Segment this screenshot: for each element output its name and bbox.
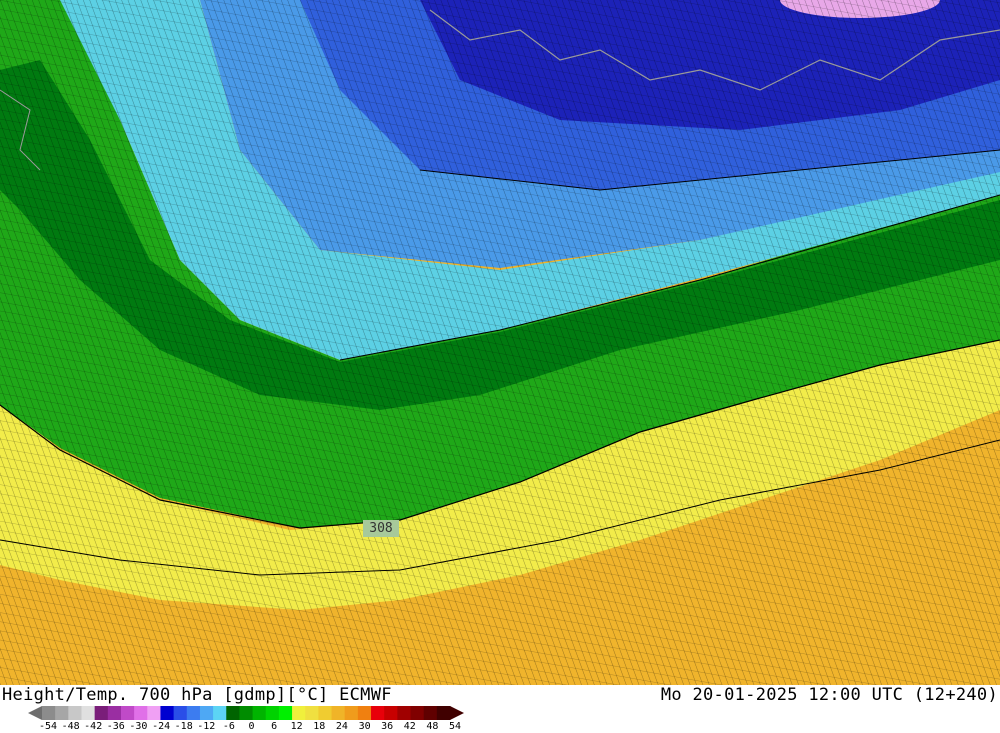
scale-tick-label: 0 xyxy=(248,721,255,732)
scale-color-cell xyxy=(81,706,96,720)
scale-tick-label: 54 xyxy=(448,721,462,732)
map-canvas xyxy=(0,0,1000,685)
scale-color-cell xyxy=(397,706,412,720)
scale-color-cell xyxy=(265,706,280,720)
scale-tick-label: 6 xyxy=(271,721,278,732)
scale-color-cell xyxy=(423,706,438,720)
map-title: Height/Temp. 700 hPa [gdmp][°C] ECMWF xyxy=(2,685,392,705)
scale-tick-label: -6 xyxy=(222,721,235,732)
scale-tick-label: 18 xyxy=(313,721,326,732)
scale-color-cell xyxy=(318,706,333,720)
scale-color-cell xyxy=(173,706,188,720)
scale-color-cell xyxy=(94,706,109,720)
valid-time: Mo 20-01-2025 12:00 UTC (12+240) xyxy=(660,685,998,705)
scale-tick-label: -12 xyxy=(197,721,216,732)
scale-color-cell xyxy=(436,706,451,720)
scale-tick-label: -36 xyxy=(106,721,125,732)
scale-color-cell xyxy=(239,706,254,720)
scale-color-cell xyxy=(357,706,372,720)
scale-color-cell xyxy=(42,706,56,720)
scale-color-cell xyxy=(213,706,227,720)
scale-color-cell xyxy=(292,706,306,720)
scale-color-cell xyxy=(147,706,161,720)
temperature-map: 308 xyxy=(0,0,1000,685)
scale-tick-label: 12 xyxy=(290,721,303,732)
scale-color-cell xyxy=(252,706,267,720)
scale-tick-label: -42 xyxy=(84,721,103,732)
scale-color-cell xyxy=(68,706,82,720)
scale-tick-label: 30 xyxy=(358,721,371,732)
color-scale-bar xyxy=(28,706,464,720)
color-scale-labels: -54 -48 -42 -36 -30 -24 -18 -12 -6 0 6 12 18 24 30 36 42… xyxy=(0,721,480,733)
scale-color-cell xyxy=(278,706,293,720)
scale-tick-label: -54 xyxy=(38,721,58,732)
contour-hatching-2 xyxy=(0,0,1000,685)
scale-color-cell xyxy=(371,706,385,720)
scale-color-cell xyxy=(331,706,346,720)
map-footer: Height/Temp. 700 hPa [gdmp][°C] ECMWF Mo… xyxy=(0,685,1000,733)
scale-tick-label: -48 xyxy=(61,721,80,732)
scale-color-cell xyxy=(226,706,240,720)
scale-tick-label: 36 xyxy=(381,721,394,732)
scale-tick-label: -18 xyxy=(174,721,193,732)
scale-color-cell xyxy=(120,706,135,720)
scale-color-cell xyxy=(107,706,122,720)
scale-tick-label: -24 xyxy=(152,721,171,732)
scale-tick-label: 42 xyxy=(403,721,416,732)
scale-color-cell xyxy=(305,706,319,720)
scale-min-arrow xyxy=(28,706,42,720)
contour-value-label: 308 xyxy=(363,520,399,537)
scale-color-cell xyxy=(186,706,201,720)
scale-tick-label: 48 xyxy=(426,721,439,732)
scale-tick-label: 24 xyxy=(335,721,348,732)
scale-color-cell xyxy=(410,706,425,720)
scale-color-cell xyxy=(55,706,69,720)
scale-color-cell xyxy=(134,706,148,720)
scale-max-arrow xyxy=(450,706,464,720)
scale-color-cell xyxy=(199,706,214,720)
scale-color-cell xyxy=(344,706,359,720)
scale-tick-label: -30 xyxy=(129,721,148,732)
scale-color-cell xyxy=(160,706,175,720)
scale-color-cell xyxy=(384,706,398,720)
